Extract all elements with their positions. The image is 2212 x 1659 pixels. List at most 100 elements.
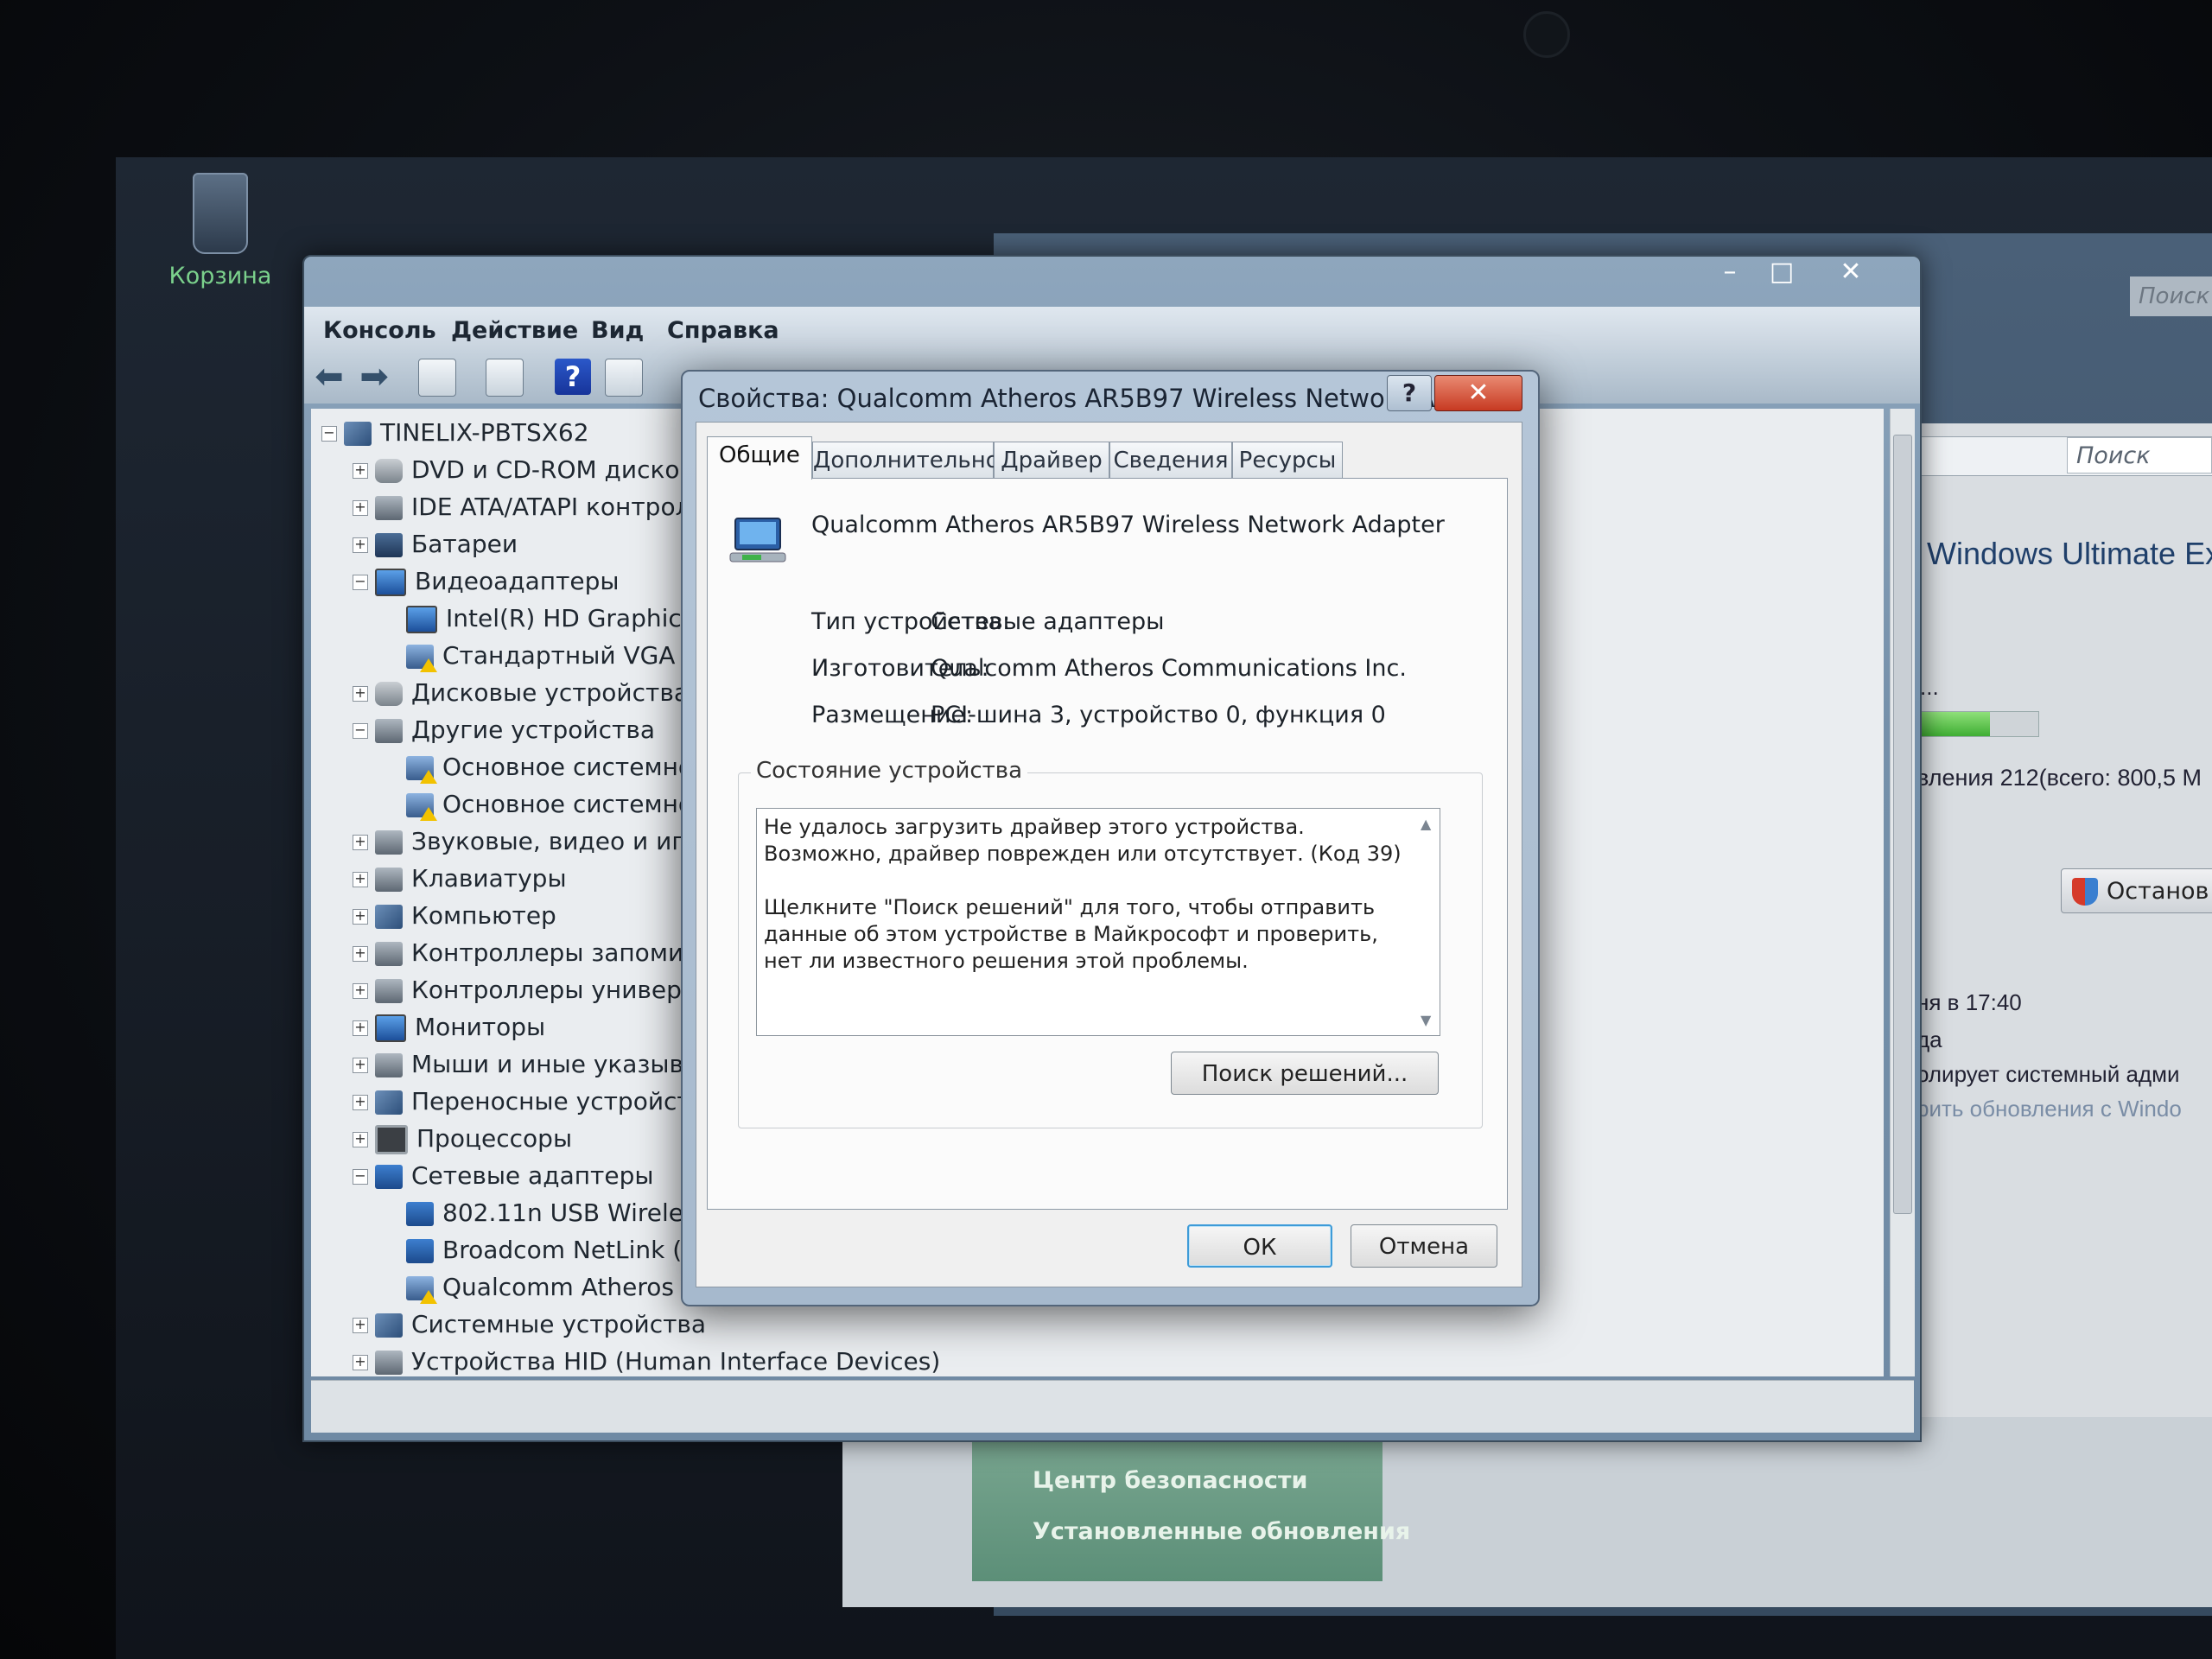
tree-expander-icon[interactable]: + xyxy=(353,500,368,516)
tree-item-label: Клавиатуры xyxy=(411,864,567,893)
tree-expander-icon[interactable]: + xyxy=(353,1132,368,1147)
tree-item[interactable]: − Другие устройства xyxy=(353,713,655,747)
tree-expander-icon[interactable]: + xyxy=(353,909,368,925)
device-status-text: Не удалось загрузить драйвер этого устро… xyxy=(764,815,1402,973)
tree-item[interactable]: + Устройства HID (Human Interface Devices… xyxy=(353,1344,940,1379)
tree-scroll-thumb[interactable] xyxy=(1893,435,1912,1214)
menu-bar: Консоль Действие Вид Справка xyxy=(304,307,1920,350)
tree-item[interactable]: Intel(R) HD Graphics xyxy=(384,601,694,636)
tree-item-label: Устройства HID (Human Interface Devices) xyxy=(411,1347,941,1376)
tab-general[interactable]: Общие xyxy=(707,436,812,480)
ok-button[interactable]: ОК xyxy=(1187,1224,1332,1268)
menu-view[interactable]: Вид xyxy=(591,317,644,344)
tab-advanced[interactable]: Дополнительно xyxy=(812,442,1000,478)
tree-item-label: Системные устройства xyxy=(411,1310,707,1338)
tree-item[interactable]: + Системные устройства xyxy=(353,1307,706,1342)
background-updates-text: вления 212(всего: 800,5 М xyxy=(1916,765,2202,791)
tab-resources[interactable]: Ресурсы xyxy=(1232,442,1343,478)
tree-item[interactable]: − Сетевые адаптеры xyxy=(353,1159,653,1193)
tree-item-label: Компьютер xyxy=(411,901,556,930)
tree-expander-icon[interactable]: + xyxy=(353,1355,368,1370)
processor-icon xyxy=(375,1125,408,1154)
search-solutions-button[interactable]: Поиск решений... xyxy=(1171,1052,1439,1095)
forward-arrow-icon[interactable]: ➡ xyxy=(356,359,392,395)
tree-expander-icon[interactable]: + xyxy=(353,1058,368,1073)
installed-updates-link[interactable]: Установленные обновления xyxy=(1033,1518,1410,1545)
back-arrow-icon[interactable]: ⬅ xyxy=(311,359,347,395)
tree-item-label: Видеоадаптеры xyxy=(415,567,620,595)
tree-expander-icon[interactable]: − xyxy=(353,1169,368,1185)
tree-expander-icon[interactable]: + xyxy=(353,537,368,553)
device-status-legend: Состояние устройства xyxy=(751,758,1028,784)
tab-details[interactable]: Сведения xyxy=(1109,442,1232,478)
tree-scrollbar[interactable] xyxy=(1890,409,1915,1376)
tab-driver[interactable]: Драйвер xyxy=(994,442,1109,478)
tree-expander-icon[interactable]: − xyxy=(321,426,337,442)
cancel-button[interactable]: Отмена xyxy=(1351,1224,1497,1268)
portable-device-icon xyxy=(375,1090,403,1115)
uac-shield-icon xyxy=(2072,878,2098,906)
tree-item[interactable]: − TINELIX-PBTSX62 xyxy=(321,416,589,450)
stop-button[interactable]: Останов xyxy=(2061,868,2212,913)
tree-item-label: Батареи xyxy=(411,530,518,558)
background-window-pane xyxy=(1910,423,2212,1547)
status-scrollbar[interactable]: ▲ ▼ xyxy=(1421,816,1436,1028)
tree-expander-icon[interactable]: + xyxy=(353,946,368,962)
general-tab-panel: Qualcomm Atheros AR5B97 Wireless Network… xyxy=(707,478,1508,1210)
tree-item-label: Другие устройства xyxy=(411,715,655,744)
tree-expander-icon[interactable]: + xyxy=(353,463,368,479)
show-hide-tree-icon[interactable] xyxy=(418,359,456,397)
tree-item[interactable]: + Батареи xyxy=(353,527,518,562)
warning-device-icon xyxy=(406,756,437,784)
tree-item[interactable]: + Дисковые устройства xyxy=(353,676,689,710)
manufacturer-value: Qualcomm Atheros Communications Inc. xyxy=(931,655,1407,682)
tree-expander-icon[interactable]: + xyxy=(353,1020,368,1036)
tree-expander-icon[interactable]: − xyxy=(353,723,368,739)
menu-console[interactable]: Консоль xyxy=(323,317,436,344)
tree-expander-icon[interactable]: + xyxy=(353,835,368,850)
tree-item[interactable]: + Компьютер xyxy=(353,899,556,933)
tree-item[interactable]: + Процессоры xyxy=(353,1122,572,1156)
maximize-button[interactable]: □ xyxy=(1756,257,1808,288)
disk-drive-icon xyxy=(375,682,403,706)
recycle-bin[interactable]: Корзина xyxy=(164,173,276,289)
status-bar xyxy=(311,1380,1914,1433)
tree-item[interactable]: − Видеоадаптеры xyxy=(353,564,620,599)
tree-expander-icon[interactable]: + xyxy=(353,1095,368,1110)
tree-expander-icon[interactable]: + xyxy=(353,686,368,702)
tree-item-label: Дисковые устройства xyxy=(411,678,689,707)
tree-item[interactable]: + Переносные устройства xyxy=(353,1084,720,1119)
scroll-up-arrow-icon[interactable]: ▲ xyxy=(1421,816,1431,832)
background-search-input[interactable]: Поиск xyxy=(2067,437,2212,474)
tree-item-label: Переносные устройства xyxy=(411,1087,721,1116)
network-adapter-icon xyxy=(375,1165,403,1189)
menu-action[interactable]: Действие xyxy=(451,317,578,344)
dialog-help-button[interactable]: ? xyxy=(1387,375,1432,411)
tree-item[interactable]: + Мониторы xyxy=(353,1010,545,1045)
background-search-top[interactable]: Поиск xyxy=(2130,276,2212,316)
tree-item[interactable]: + Клавиатуры xyxy=(353,861,567,896)
tree-expander-icon[interactable]: + xyxy=(353,872,368,887)
dialog-close-button[interactable]: ✕ xyxy=(1434,375,1522,411)
scroll-down-arrow-icon[interactable]: ▼ xyxy=(1421,1012,1431,1028)
display-adapter-icon xyxy=(406,606,437,633)
ide-controller-icon xyxy=(375,496,403,520)
device-name: Qualcomm Atheros AR5B97 Wireless Network… xyxy=(811,512,1445,538)
tree-expander-icon[interactable]: + xyxy=(353,983,368,999)
security-center-link[interactable]: Центр безопасности xyxy=(1033,1467,1307,1494)
help-icon[interactable]: ? xyxy=(555,359,591,395)
close-window-button[interactable]: ✕ xyxy=(1825,257,1877,288)
monitor-icon xyxy=(375,1014,406,1042)
tree-item-label: Intel(R) HD Graphics xyxy=(446,604,695,632)
computer-icon xyxy=(344,422,372,446)
minimize-button[interactable]: – xyxy=(1704,257,1756,288)
background-updates-link[interactable]: рить обновления с Windo xyxy=(1916,1096,2182,1122)
tree-expander-icon[interactable]: − xyxy=(353,575,368,590)
menu-help[interactable]: Справка xyxy=(667,317,779,344)
recycle-bin-icon xyxy=(193,173,248,254)
action-pane-icon[interactable] xyxy=(605,359,643,397)
device-status-textbox[interactable]: Не удалось загрузить драйвер этого устро… xyxy=(756,808,1440,1036)
system-devices-icon xyxy=(375,1313,403,1338)
tree-expander-icon[interactable]: + xyxy=(353,1318,368,1333)
properties-icon[interactable] xyxy=(486,359,524,397)
